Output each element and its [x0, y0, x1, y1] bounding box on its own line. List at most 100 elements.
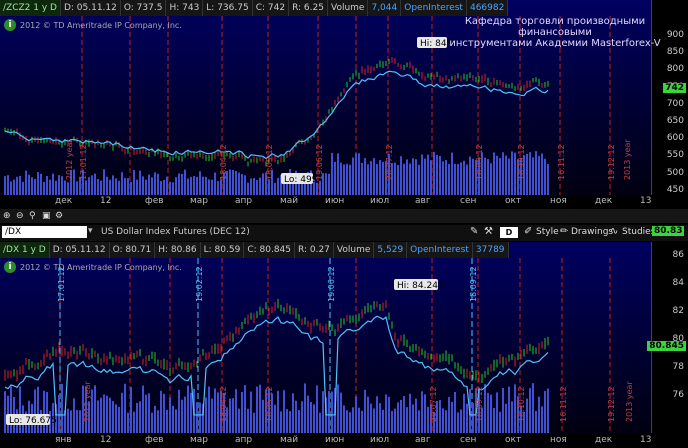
volume-bar — [139, 170, 141, 195]
time-tick: ноя — [550, 435, 567, 445]
volume-bar — [37, 172, 39, 195]
volume-bar — [502, 152, 504, 195]
volume-bar — [382, 161, 384, 195]
pencil-icon[interactable]: ✎ — [470, 226, 478, 237]
volume-bar — [118, 180, 120, 195]
bottom-price-axis[interactable]: 86 84 82 80 78 76 — [651, 242, 688, 433]
volume-bar — [127, 412, 129, 433]
volume-bar — [454, 391, 456, 433]
chart-title: Кафедра торговли производными финансовым… — [440, 16, 670, 49]
dropdown-arrow-icon[interactable]: ▾ — [88, 226, 93, 236]
volume-bar — [211, 398, 213, 433]
volume-bar — [328, 173, 330, 195]
bottom-volume: 5,529 — [374, 242, 408, 258]
year-label: 2013 year — [623, 139, 632, 180]
volume-bar — [43, 181, 45, 195]
event-date-label: 18.10.12 — [517, 386, 526, 422]
top-copyright: 2012 © TD Ameritrade IP Company, Inc. — [20, 21, 182, 30]
price-tick: 550 — [666, 150, 684, 161]
volume-bar — [445, 159, 447, 195]
top-price-tag: 742 — [663, 83, 686, 93]
volume-bar — [259, 177, 261, 195]
volume-bar — [529, 388, 531, 433]
studies-button[interactable]: Studies — [622, 227, 655, 237]
bottom-symbol[interactable]: /DX 1 y D — [0, 242, 50, 258]
volume-bar — [172, 405, 174, 433]
top-quote-bar: /ZCZ2 1 y D D: 05.11.12 O: 737.5 H: 743 … — [0, 0, 509, 16]
bottom-close: C: 80.845 — [244, 242, 295, 258]
time-tick: 13 — [640, 435, 652, 445]
volume-bar — [115, 404, 117, 433]
top-high: H: 743 — [166, 0, 204, 16]
symbol-search-input[interactable]: /DX — [2, 226, 87, 238]
wrench-icon[interactable]: ⚒ — [484, 226, 493, 237]
price-tick: 84 — [672, 278, 684, 288]
volume-bar — [100, 397, 102, 433]
bottom-oi: 37789 — [472, 242, 509, 258]
top-low: L: 736.75 — [203, 0, 253, 16]
volume-bar — [373, 158, 375, 195]
volume-bar — [295, 400, 297, 433]
volume-bar — [55, 180, 57, 195]
settings-icon[interactable]: ⚙ — [55, 209, 63, 223]
volume-bar — [262, 173, 264, 195]
chart-toolbar: ⊕ ⊖ ⚲ ▣ ⚙ — [0, 209, 688, 223]
volume-bar — [190, 176, 192, 195]
bottom-quote-bar: /DX 1 y D D: 05.11.12 O: 80.71 H: 80.86 … — [0, 242, 509, 258]
volume-bar — [94, 173, 96, 195]
price-tick: 78 — [672, 362, 684, 372]
cursor-icon[interactable]: ▣ — [42, 209, 51, 223]
style-button[interactable]: Style — [536, 227, 559, 237]
volume-bar — [394, 408, 396, 433]
volume-bar — [220, 179, 222, 195]
top-info-icon[interactable]: i — [4, 19, 16, 31]
volume-bar — [355, 396, 357, 433]
volume-bar — [460, 162, 462, 195]
zoom-out-icon[interactable]: ⊖ — [16, 209, 24, 223]
volume-bar — [25, 170, 27, 195]
bottom-info-icon[interactable]: i — [4, 261, 16, 273]
volume-bar — [103, 169, 105, 195]
lo-label: Lo: 76.675 — [9, 416, 57, 426]
d-button[interactable]: D — [500, 227, 518, 238]
volume-bar — [184, 169, 186, 195]
volume-bar — [298, 409, 300, 433]
volume-bar — [409, 163, 411, 195]
volume-bar — [331, 391, 333, 433]
drawings-button[interactable]: Drawings — [571, 227, 613, 237]
style-icon: ✐ — [524, 226, 533, 237]
last-price-badge: 80.83 — [652, 226, 685, 236]
top-oi-label: OpenInterest — [401, 0, 467, 16]
volume-bar — [406, 159, 408, 195]
time-tick: дек — [595, 435, 613, 445]
volume-bar — [346, 163, 348, 195]
volume-bar — [541, 406, 543, 433]
volume-bar — [178, 173, 180, 195]
volume-bar — [175, 409, 177, 433]
volume-bar — [340, 392, 342, 433]
volume-bar — [49, 179, 51, 195]
volume-bar — [259, 384, 261, 433]
title-line-2: инструментами Академии Masterforex-V — [449, 38, 661, 49]
volume-bar — [508, 158, 510, 195]
event-date-label: 17.01.12 — [79, 144, 88, 180]
zoom-in-icon[interactable]: ⊕ — [3, 209, 11, 223]
volume-bar — [157, 410, 159, 433]
magnifier-icon[interactable]: ⚲ — [29, 209, 36, 223]
volume-bar — [346, 410, 348, 433]
top-chart-pane: Hi: 849 Lo: 499 17.01.12 18.04.12 18.05.12 19… — [0, 0, 688, 195]
top-symbol[interactable]: /ZCZ2 1 y D — [0, 0, 61, 16]
volume-bar — [328, 391, 330, 433]
time-tick: май — [280, 435, 299, 445]
studies-icon: ∿ — [610, 226, 619, 237]
volume-bar — [403, 396, 405, 433]
volume-bar — [484, 157, 486, 195]
bottom-range: R: 0.27 — [295, 242, 334, 258]
volume-bar — [199, 171, 201, 195]
volume-bar — [529, 152, 531, 195]
volume-bar — [361, 410, 363, 433]
bottom-open: O: 80.71 — [109, 242, 156, 258]
year-label-left: 2012 year — [65, 139, 74, 180]
volume-bar — [424, 394, 426, 433]
volume-bar — [433, 151, 435, 195]
